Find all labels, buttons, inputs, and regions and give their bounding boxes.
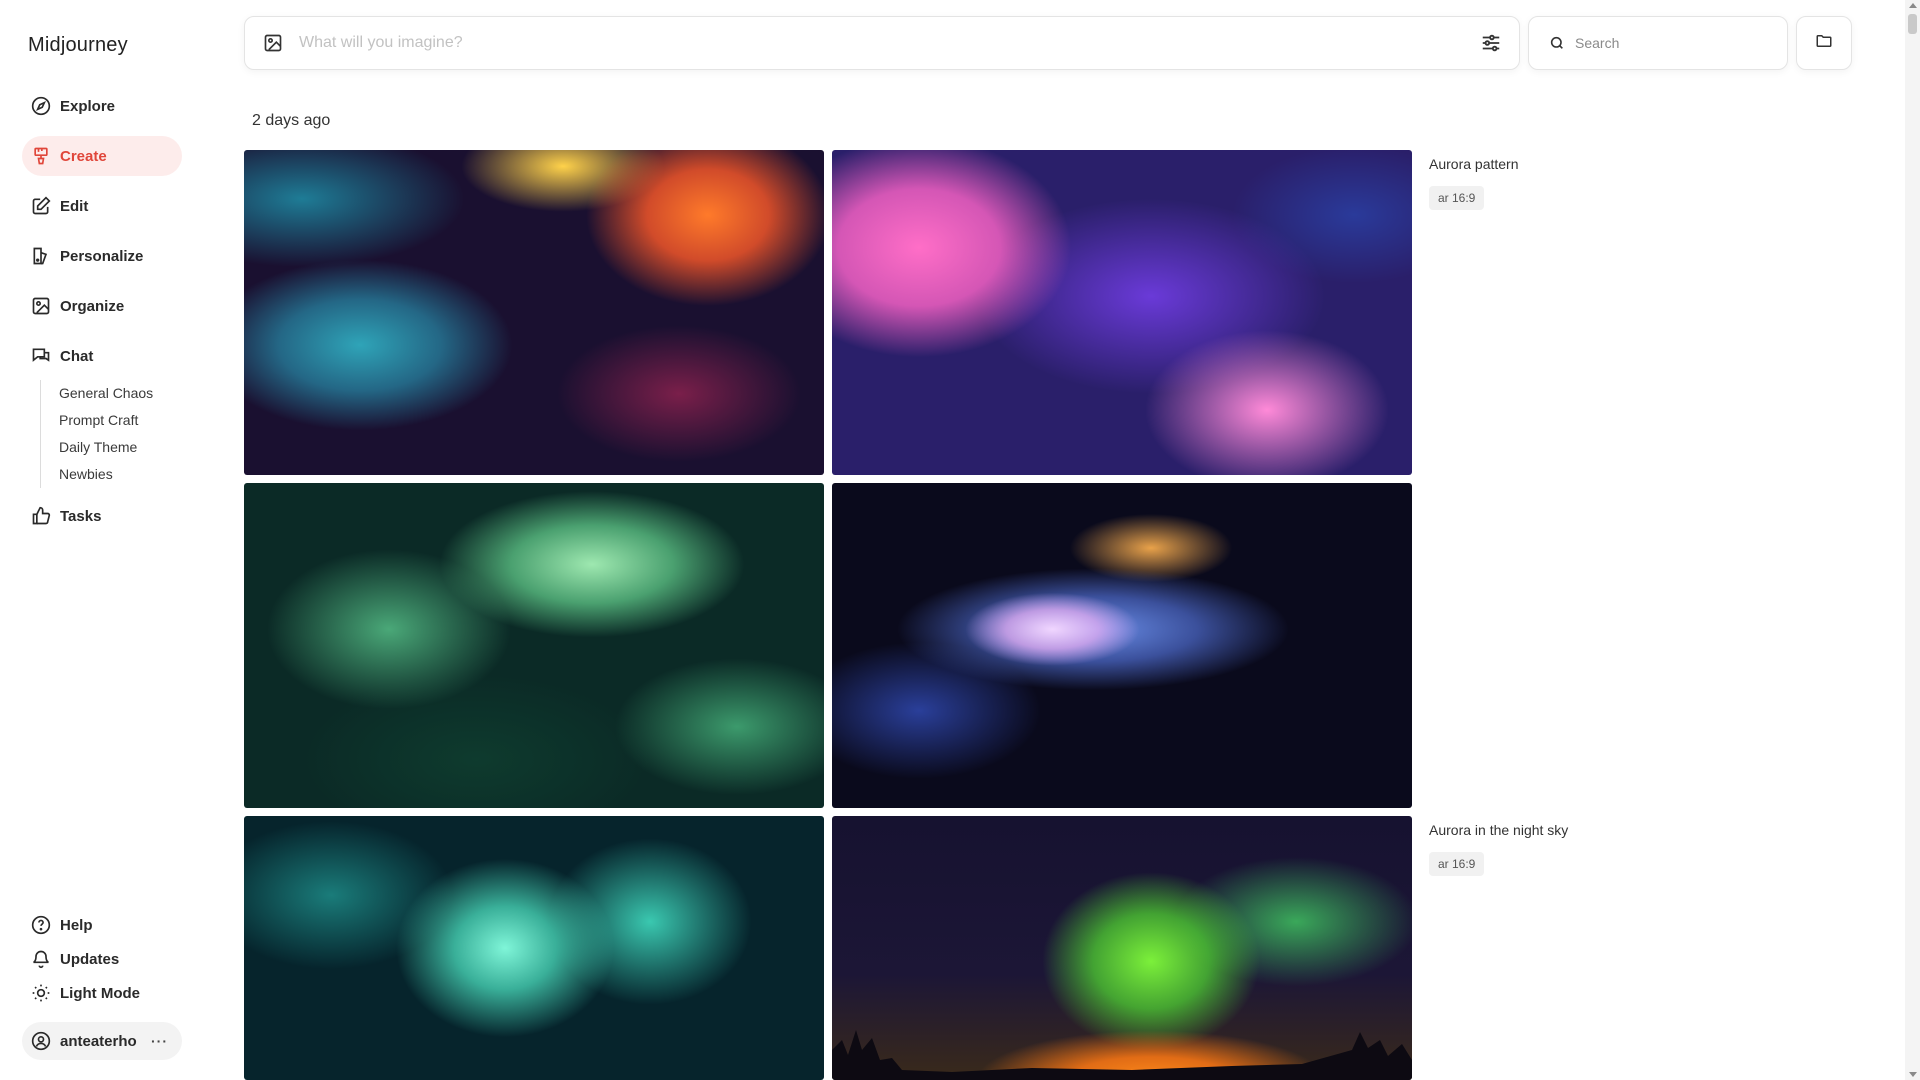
nav-light-mode[interactable]: Light Mode — [22, 978, 182, 1008]
folder-button[interactable] — [1796, 16, 1852, 70]
nav-label: Help — [60, 916, 93, 934]
folder-icon — [1815, 32, 1833, 55]
nav-label: Explore — [60, 97, 116, 115]
date-header: 2 days ago — [252, 112, 331, 129]
main-nav: Explore Create Edit Personalize Organize — [22, 86, 182, 546]
chat-channel[interactable]: Newbies — [59, 461, 182, 488]
sun-icon — [30, 982, 52, 1004]
scrollbar-thumb[interactable] — [1908, 14, 1917, 34]
nav-updates[interactable]: Updates — [22, 944, 182, 974]
nav-tasks[interactable]: Tasks — [22, 496, 182, 536]
scrollbar[interactable] — [1905, 0, 1920, 1080]
prompt-title[interactable]: Aurora in the night sky — [1429, 822, 1568, 838]
nav-label: Updates — [60, 950, 120, 968]
prompt-input[interactable] — [299, 34, 1477, 52]
image-upload-icon[interactable] — [261, 31, 285, 55]
chat-channels: General Chaos Prompt Craft Daily Theme N… — [40, 380, 182, 488]
chat-icon — [30, 345, 52, 367]
generated-image[interactable] — [832, 150, 1412, 475]
nav-label: Chat — [60, 347, 94, 365]
nav-label: Personalize — [60, 247, 144, 265]
compass-icon — [30, 95, 52, 117]
nav-organize[interactable]: Organize — [22, 286, 182, 326]
nav-label: Organize — [60, 297, 125, 315]
prompt-title[interactable]: Aurora pattern — [1429, 156, 1519, 172]
nav-label: Edit — [60, 197, 89, 215]
sidebar: Midjourney Explore Create Edit Personali… — [0, 0, 228, 1080]
tree-silhouette — [832, 1030, 1412, 1080]
generated-image[interactable] — [244, 150, 824, 475]
user-avatar-icon — [30, 1030, 52, 1052]
search-box — [1528, 16, 1788, 70]
scroll-down-arrow[interactable] — [1909, 1072, 1917, 1077]
bell-icon — [30, 948, 52, 970]
bottom-nav: Help Updates Light Mode — [22, 910, 182, 1012]
chat-channel[interactable]: Daily Theme — [59, 434, 182, 461]
prompt-bar — [244, 16, 1520, 70]
personalize-icon — [30, 245, 52, 267]
help-icon — [30, 914, 52, 936]
edit-icon — [30, 195, 52, 217]
generated-image[interactable] — [244, 483, 824, 808]
nav-chat[interactable]: Chat — [22, 336, 182, 376]
nav-label: Light Mode — [60, 984, 140, 1002]
generated-image[interactable] — [832, 816, 1412, 1080]
nav-personalize[interactable]: Personalize — [22, 236, 182, 276]
search-icon — [1547, 33, 1567, 53]
generated-image[interactable] — [244, 816, 824, 1080]
nav-label: Tasks — [60, 507, 102, 525]
username: anteaterho — [60, 1032, 137, 1050]
chat-channel[interactable]: General Chaos — [59, 380, 182, 407]
nav-create[interactable]: Create — [22, 136, 182, 176]
user-menu[interactable]: anteaterho ··· — [22, 1022, 182, 1060]
scroll-up-arrow[interactable] — [1909, 3, 1917, 8]
nav-help[interactable]: Help — [22, 910, 182, 940]
app-logo[interactable]: Midjourney — [28, 34, 128, 57]
brush-icon — [30, 145, 52, 167]
thumbs-up-icon — [30, 505, 52, 527]
nav-explore[interactable]: Explore — [22, 86, 182, 126]
param-tag: ar 16:9 — [1429, 186, 1485, 210]
nav-label: Create — [60, 147, 107, 165]
more-options-icon[interactable]: ··· — [151, 1033, 168, 1049]
generated-image[interactable] — [832, 483, 1412, 808]
nav-edit[interactable]: Edit — [22, 186, 182, 226]
chat-channel[interactable]: Prompt Craft — [59, 407, 182, 434]
settings-sliders-icon[interactable] — [1477, 29, 1505, 57]
param-tag: ar 16:9 — [1429, 852, 1485, 876]
image-icon — [30, 295, 52, 317]
search-input[interactable] — [1575, 35, 1775, 51]
